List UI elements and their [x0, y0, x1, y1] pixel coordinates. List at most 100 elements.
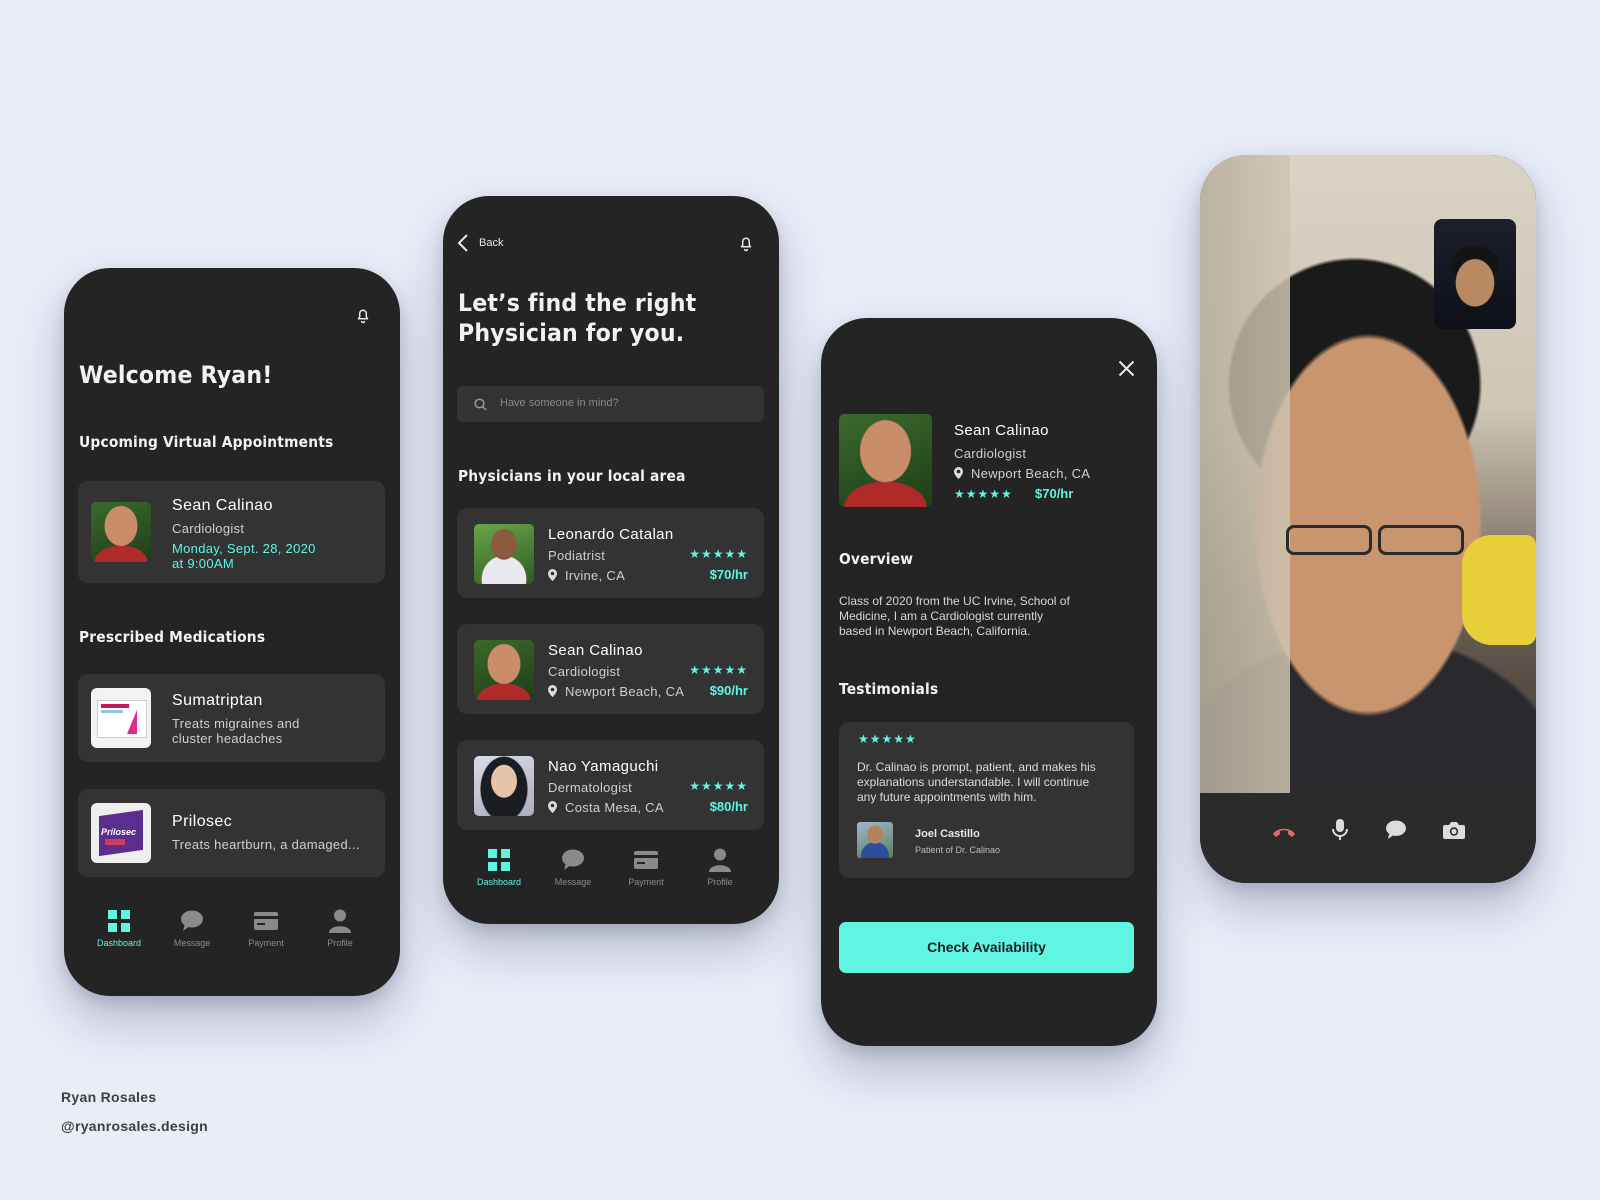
testimonial-author-role: Patient of Dr. Calinao [915, 845, 1001, 855]
dashboard-icon [108, 910, 130, 932]
rating-stars: ★★★★★ [689, 663, 748, 677]
appointment-time: at 9:00AM [172, 556, 234, 571]
location-pin-icon [548, 801, 557, 813]
nav-label: Message [173, 938, 211, 948]
overview-text: Class of 2020 from the UC Irvine, School… [839, 594, 1070, 638]
section-heading: Physicians in your local area [458, 467, 686, 485]
physician-location: Costa Mesa, CA [548, 800, 664, 815]
medication-card[interactable]: Sumatriptan Treats migraines and cluster… [78, 674, 385, 762]
medication-image: Prilosec [91, 803, 151, 863]
rating-stars: ★★★★★ [689, 779, 748, 793]
physician-specialty: Podiatrist [548, 548, 606, 563]
medications-heading: Prescribed Medications [79, 628, 266, 646]
welcome-heading: Welcome Ryan! [79, 361, 273, 389]
avatar [91, 502, 151, 562]
search-input[interactable]: Have someone in mind? [457, 386, 764, 422]
message-icon [562, 849, 584, 870]
physician-card[interactable]: Nao Yamaguchi Dermatologist Costa Mesa, … [457, 740, 764, 830]
avatar [474, 756, 534, 816]
nav-profile[interactable]: Profile [305, 908, 375, 948]
nav-label: Dashboard [96, 938, 142, 948]
search-placeholder: Have someone in mind? [500, 397, 619, 409]
overview-heading: Overview [839, 550, 914, 568]
physician-name: Leonardo Catalan [548, 526, 674, 543]
doctor-specialty: Cardiologist [172, 521, 245, 536]
physician-specialty: Dermatologist [548, 780, 633, 795]
hourly-rate: $70/hr [709, 567, 748, 582]
camera-icon[interactable] [1443, 821, 1465, 844]
physician-name: Sean Calinao [548, 642, 643, 659]
hang-up-icon[interactable] [1272, 825, 1296, 843]
nav-dashboard[interactable]: Dashboard [464, 847, 534, 887]
button-label: Check Availability [927, 939, 1046, 955]
hourly-rate: $90/hr [709, 683, 748, 698]
nav-label: Profile [327, 938, 353, 948]
medication-description: Treats migraines and [172, 716, 300, 731]
video-call-screen [1200, 155, 1536, 883]
rating-stars: ★★★★★ [858, 732, 917, 746]
rating-stars: ★★★★★ [954, 487, 1013, 501]
medication-name: Prilosec [172, 813, 233, 830]
location-pin-icon [548, 569, 557, 581]
search-icon [474, 398, 487, 411]
nav-label: Profile [707, 877, 733, 887]
medication-name: Sumatriptan [172, 692, 263, 709]
location-pin-icon [954, 467, 963, 479]
call-controls [1200, 793, 1536, 883]
physician-location: Irvine, CA [548, 568, 625, 583]
testimonial-card: ★★★★★ Dr. Calinao is prompt, patient, an… [839, 722, 1134, 878]
find-physician-screen: Back Let’s find the right Physician for … [443, 196, 779, 924]
nav-label: Message [554, 877, 592, 887]
nav-profile[interactable]: Profile [685, 847, 755, 887]
nav-payment[interactable]: Payment [231, 908, 301, 948]
nav-message[interactable]: Message [157, 908, 227, 948]
testimonial-text: Dr. Calinao is prompt, patient, and make… [857, 760, 1096, 804]
appointments-heading: Upcoming Virtual Appointments [79, 433, 334, 451]
check-availability-button[interactable]: Check Availability [839, 922, 1134, 973]
physician-specialty: Cardiologist [548, 664, 621, 679]
nav-label: Payment [248, 938, 284, 948]
medication-description-line2: cluster headaches [172, 731, 283, 746]
credit-card-icon [634, 851, 658, 869]
profile-icon [329, 909, 351, 933]
medication-image [91, 688, 151, 748]
avatar [839, 414, 932, 507]
hourly-rate: $80/hr [709, 799, 748, 814]
testimonials-heading: Testimonials [839, 680, 939, 698]
self-video-thumbnail[interactable] [1434, 219, 1516, 329]
back-label: Back [479, 237, 504, 249]
page-title: Let’s find the right Physician for you. [458, 289, 697, 347]
profile-icon [709, 848, 731, 872]
nav-payment[interactable]: Payment [611, 847, 681, 887]
avatar [474, 640, 534, 700]
chevron-left-icon [457, 234, 468, 252]
physician-card[interactable]: Leonardo Catalan Podiatrist Irvine, CA ★… [457, 508, 764, 598]
nav-label: Dashboard [476, 877, 522, 887]
nav-message[interactable]: Message [538, 847, 608, 887]
physician-card[interactable]: Sean Calinao Cardiologist Newport Beach,… [457, 624, 764, 714]
physician-profile-screen: Sean Calinao Cardiologist Newport Beach,… [821, 318, 1157, 1046]
nav-dashboard[interactable]: Dashboard [84, 908, 154, 948]
close-icon[interactable] [1118, 360, 1135, 382]
dashboard-icon [488, 849, 510, 871]
physician-name: Nao Yamaguchi [548, 758, 659, 775]
avatar [474, 524, 534, 584]
microphone-icon[interactable] [1332, 819, 1348, 846]
location-pin-icon [548, 685, 557, 697]
testimonial-author: Joel Castillo [915, 828, 980, 840]
message-icon [181, 910, 203, 931]
notification-bell-icon[interactable] [354, 306, 372, 329]
medication-card[interactable]: Prilosec Prilosec Treats heartburn, a da… [78, 789, 385, 877]
appointment-card[interactable]: Sean Calinao Cardiologist Monday, Sept. … [78, 481, 385, 583]
rating-stars: ★★★★★ [689, 547, 748, 561]
doctor-specialty: Cardiologist [954, 446, 1027, 461]
designer-handle: @ryanrosales.design [61, 1118, 208, 1134]
nav-label: Payment [628, 877, 664, 887]
chat-bubble-icon[interactable] [1385, 820, 1407, 845]
medication-description: Treats heartburn, a damaged... [172, 837, 360, 852]
notification-bell-icon[interactable] [737, 234, 755, 257]
back-button[interactable]: Back [457, 233, 503, 253]
dashboard-screen: Welcome Ryan! Upcoming Virtual Appointme… [64, 268, 400, 996]
physician-location: Newport Beach, CA [548, 684, 684, 699]
appointment-date: Monday, Sept. 28, 2020 [172, 541, 316, 556]
